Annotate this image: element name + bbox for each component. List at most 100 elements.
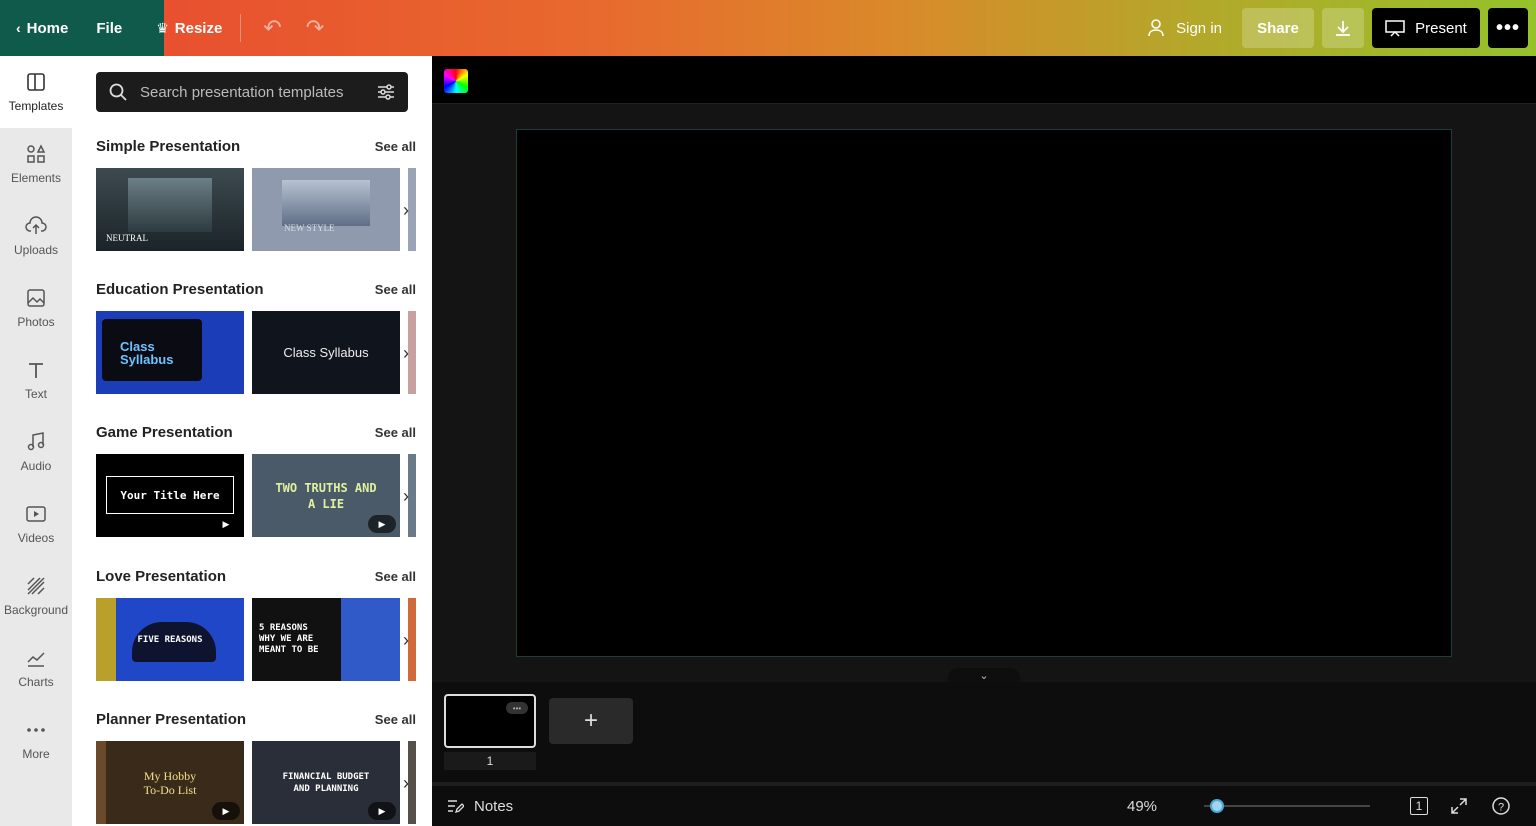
see-all-link[interactable]: See all [375, 712, 416, 727]
template-thumbnail[interactable]: NEUTRAL [96, 168, 244, 251]
thumbnail-title: NEW STYLE [284, 223, 335, 233]
fullscreen-button[interactable] [1448, 795, 1470, 817]
template-thumbnail[interactable]: 5 REASONS WHY WE ARE MEANT TO BE [252, 598, 400, 681]
back-button[interactable]: ‹ Home [0, 8, 76, 48]
chevron-right-icon: › [403, 629, 409, 650]
page-options-button[interactable]: ••• [506, 702, 528, 714]
home-label: Home [26, 19, 69, 37]
page-count-label: 1 [1415, 799, 1423, 813]
pages-strip: ••• 1 + [432, 682, 1536, 782]
see-all-link[interactable]: See all [375, 139, 416, 154]
thumbnail-title: NEUTRAL [106, 233, 148, 243]
sidebar-item-label: Uploads [13, 243, 59, 257]
notes-button[interactable]: Notes [446, 797, 513, 815]
template-section: Simple Presentation See all NEUTRAL NEW … [96, 136, 416, 251]
notes-label: Notes [474, 797, 514, 815]
chevron-left-icon: ‹ [16, 20, 21, 36]
scroll-right-button[interactable]: › [396, 196, 416, 224]
page-thumbnail[interactable]: ••• [444, 694, 536, 748]
play-icon: ▶ [378, 805, 386, 816]
page-number: 1 [444, 752, 536, 770]
template-thumbnail[interactable]: NEW STYLE [252, 168, 400, 251]
audio-icon [27, 432, 45, 451]
sidebar-item-charts[interactable]: Charts [0, 632, 72, 704]
template-section: Education Presentation See all Class Syl… [96, 279, 416, 394]
search-bar [96, 72, 408, 112]
share-button[interactable]: Share [1242, 8, 1314, 48]
sidebar-item-label: Background [3, 603, 69, 617]
scroll-right-button[interactable]: › [396, 482, 416, 510]
sidebar-item-audio[interactable]: Audio [0, 416, 72, 488]
plus-icon: + [583, 707, 598, 734]
undo-button[interactable]: ↶ [251, 15, 293, 41]
sidebar-item-label: Photos [17, 315, 55, 329]
zoom-slider-handle[interactable] [1210, 799, 1225, 813]
section-title: Education Presentation [96, 280, 264, 298]
sidebar-item-elements[interactable]: Elements [0, 128, 72, 200]
background-icon [27, 577, 45, 595]
sidebar-item-videos[interactable]: Videos [0, 488, 72, 560]
text-icon [29, 363, 43, 378]
page-grid-button[interactable]: 1 [1410, 797, 1428, 815]
sidebar-item-background[interactable]: Background [0, 560, 72, 632]
template-thumbnail[interactable]: Class Syllabus [252, 311, 400, 394]
video-badge: ▶ [368, 802, 396, 820]
thumbnail-title: Your Title Here [120, 489, 220, 502]
sidebar-item-uploads[interactable]: Uploads [0, 200, 72, 272]
template-thumbnail[interactable]: My Hobby To-Do List ▶ [96, 741, 244, 824]
resize-label: Resize [174, 19, 223, 37]
sign-in-button[interactable]: Sign in [1134, 8, 1234, 48]
scroll-right-button[interactable]: › [396, 769, 416, 797]
more-options-button[interactable]: ••• [1488, 8, 1528, 48]
thumbnail-title: FINANCIAL BUDGET AND PLANNING [282, 771, 370, 794]
template-section: Planner Presentation See all My Hobby To… [96, 709, 416, 824]
video-badge: ▶ [212, 515, 240, 533]
ellipsis-icon: ••• [1495, 16, 1520, 39]
see-all-link[interactable]: See all [375, 282, 416, 297]
redo-button[interactable]: ↷ [294, 15, 336, 41]
sidebar-item-label: Templates [8, 99, 64, 113]
zoom-level[interactable]: 49% [1127, 798, 1157, 815]
present-label: Present [1415, 19, 1467, 37]
background-color-button[interactable] [444, 69, 468, 93]
notes-icon [448, 800, 464, 814]
charts-icon [27, 652, 45, 667]
filter-icon[interactable] [376, 82, 396, 102]
chevron-right-icon: › [403, 342, 409, 363]
thumbnail-title: FIVE REASONS [137, 634, 203, 645]
scroll-right-button[interactable]: › [396, 339, 416, 367]
section-title: Planner Presentation [96, 710, 247, 728]
slide-canvas[interactable] [516, 129, 1452, 657]
add-page-button[interactable]: + [549, 698, 633, 744]
present-button[interactable]: Present [1372, 8, 1480, 48]
fullscreen-icon [1451, 798, 1467, 814]
sidebar-item-text[interactable]: Text [0, 344, 72, 416]
video-badge: ▶ [368, 515, 396, 533]
sidebar-item-more[interactable]: More [0, 704, 72, 776]
sidebar-item-photos[interactable]: Photos [0, 272, 72, 344]
template-thumbnail[interactable]: Class Syllabus [96, 311, 244, 394]
elements-icon [27, 144, 46, 163]
file-menu-button[interactable]: File [88, 8, 130, 48]
see-all-link[interactable]: See all [375, 425, 416, 440]
sidebar-item-label: More [22, 747, 50, 761]
thumbnail-title: Class Syllabus [120, 338, 174, 367]
scroll-right-button[interactable]: › [396, 626, 416, 654]
template-thumbnail[interactable]: FIVE REASONS [96, 598, 244, 681]
thumbnail-title: TWO TRUTHS AND A LIE [275, 480, 377, 511]
svg-text:?: ? [1498, 802, 1504, 814]
download-icon [1336, 21, 1350, 36]
template-thumbnail[interactable]: TWO TRUTHS AND A LIE ▶ [252, 454, 400, 537]
sidebar-item-templates[interactable]: Templates [0, 56, 72, 128]
thumbnail-title: My Hobby To-Do List [143, 768, 197, 797]
template-thumbnail[interactable]: Your Title Here ▶ [96, 454, 244, 537]
resize-button[interactable]: ♛ Resize [148, 8, 230, 48]
download-button[interactable] [1322, 8, 1364, 48]
help-button[interactable]: ? [1490, 795, 1512, 817]
see-all-link[interactable]: See all [375, 569, 416, 584]
template-thumbnail[interactable]: FINANCIAL BUDGET AND PLANNING ▶ [252, 741, 400, 824]
more-icon [27, 728, 45, 732]
zoom-slider[interactable] [1204, 799, 1370, 813]
search-icon [109, 83, 127, 101]
search-input[interactable] [140, 83, 364, 101]
